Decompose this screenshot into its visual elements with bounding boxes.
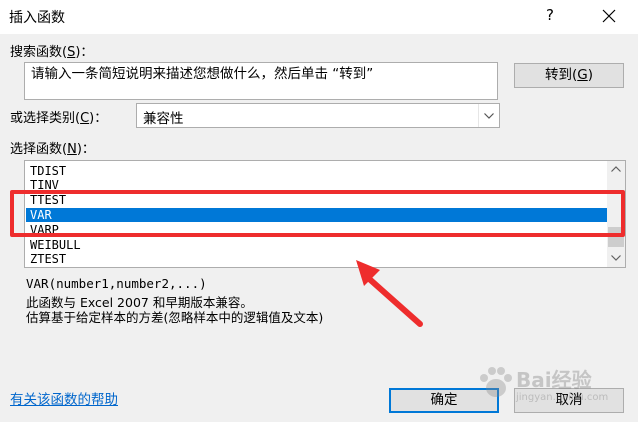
chevron-down-icon[interactable] <box>478 104 499 127</box>
close-icon <box>602 9 616 23</box>
function-list-label: 选择函数(N)： <box>10 142 95 157</box>
function-signature: VAR(number1,number2,...) <box>26 276 207 291</box>
watermark-subtext: jingyan.baidu.com <box>516 392 609 403</box>
baidu-watermark-logo: Bai经验 jingyan.baidu.com <box>470 358 630 414</box>
search-input-text: 请输入一条简短说明来描述您想做什么，然后单击 “转到” <box>31 66 374 82</box>
annotation-arrow-icon <box>356 260 423 327</box>
scroll-up-arrow-icon[interactable] <box>607 161 625 178</box>
function-help-link[interactable]: 有关该函数的帮助 <box>10 388 118 408</box>
go-button[interactable]: 转到(G) <box>514 63 624 88</box>
window-title: 插入函数 <box>9 10 65 26</box>
category-select[interactable]: 兼容性 <box>136 103 500 128</box>
scroll-down-arrow-icon[interactable] <box>607 250 625 267</box>
watermark-text: Bai经验 <box>516 368 592 392</box>
search-label: 搜索函数(S)： <box>10 45 94 60</box>
list-item-ztest[interactable]: ZTEST <box>26 252 607 266</box>
close-button[interactable] <box>598 5 620 27</box>
list-item-weibull[interactable]: WEIBULL <box>26 238 607 252</box>
description-line-2: 估算基于给定样本的方差(忽略样本中的逻辑值及文本) <box>26 310 324 325</box>
search-input[interactable]: 请输入一条简短说明来描述您想做什么，然后单击 “转到” <box>24 62 498 100</box>
list-item-tdist[interactable]: TDIST <box>26 164 607 178</box>
help-button[interactable]: ? <box>540 6 560 26</box>
annotation-highlight-box <box>10 190 625 237</box>
category-label: 或选择类别(C)： <box>10 111 108 126</box>
category-selected-value: 兼容性 <box>143 111 184 127</box>
